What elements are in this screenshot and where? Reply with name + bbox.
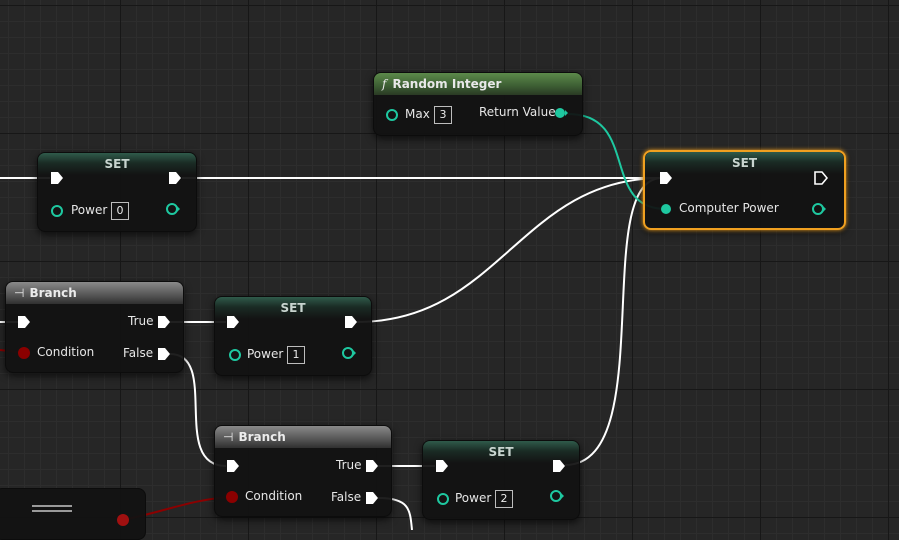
power-input-pin[interactable] <box>436 492 450 506</box>
return-value-pin[interactable] <box>554 106 568 120</box>
exec-in-pin[interactable] <box>659 171 673 185</box>
false-label: False <box>331 490 362 504</box>
power-output-pin[interactable] <box>550 489 564 503</box>
exec-in-pin[interactable] <box>226 459 240 473</box>
exec-wire-set-mid-to-set-selected <box>356 177 663 323</box>
random-integer-node[interactable]: f Random Integer <box>373 72 583 136</box>
node-title: Branch <box>238 430 286 444</box>
set-power-2-node[interactable]: SET <box>422 440 580 520</box>
output-bool-pin[interactable] <box>117 514 129 526</box>
exec-in-pin[interactable] <box>226 315 240 329</box>
node-title: SET <box>104 157 130 171</box>
true-exec-pin[interactable] <box>157 315 171 329</box>
power-value-field[interactable]: 2 <box>495 490 513 508</box>
return-value-label: Return Value <box>479 105 556 119</box>
power-input-pin[interactable] <box>50 204 64 218</box>
branch-icon: ⊣ <box>223 430 234 444</box>
exec-in-pin[interactable] <box>435 459 449 473</box>
function-icon: f <box>382 77 387 91</box>
node-title: SET <box>731 156 758 170</box>
exec-in-pin[interactable] <box>17 315 31 329</box>
power-label: Power <box>455 491 492 505</box>
random-integer-header: f Random Integer <box>374 73 582 95</box>
power-label: Power <box>247 347 284 361</box>
condition-pin[interactable] <box>18 347 30 359</box>
condition-label: Condition <box>37 345 95 359</box>
exec-out-pin[interactable] <box>344 315 358 329</box>
false-exec-pin[interactable] <box>365 491 379 505</box>
max-value-field[interactable]: 3 <box>434 106 452 124</box>
set-power-1-node[interactable]: SET <box>214 296 372 376</box>
exec-out-pin[interactable] <box>552 459 566 473</box>
power-output-pin[interactable] <box>342 346 356 360</box>
false-label: False <box>123 346 154 360</box>
exec-out-pin[interactable] <box>814 171 828 185</box>
node-title: Branch <box>29 286 77 300</box>
set-power-0-node[interactable]: SET <box>37 152 197 232</box>
set-computer-power-node[interactable]: SET <box>643 150 846 230</box>
power-value-field[interactable]: 0 <box>111 202 129 220</box>
max-input-pin[interactable] <box>385 108 399 122</box>
true-label: True <box>128 314 154 328</box>
menu-lines-icon <box>32 505 72 515</box>
condition-label: Condition <box>245 489 303 503</box>
power-label: Power <box>71 203 108 217</box>
max-label: Max <box>405 107 430 121</box>
computer-power-label: Computer Power <box>679 201 779 215</box>
false-exec-pin[interactable] <box>157 347 171 361</box>
exec-out-pin[interactable] <box>168 171 182 185</box>
computer-power-output-pin[interactable] <box>812 202 826 216</box>
branch-header: ⊣ Branch <box>6 282 183 304</box>
true-exec-pin[interactable] <box>365 459 379 473</box>
node-title: SET <box>280 301 306 315</box>
power-value-field[interactable]: 1 <box>287 346 305 364</box>
node-title: SET <box>488 445 514 459</box>
branch-header: ⊣ Branch <box>215 426 391 448</box>
power-input-pin[interactable] <box>228 348 242 362</box>
branch-icon: ⊣ <box>14 286 25 300</box>
exec-in-pin[interactable] <box>50 171 64 185</box>
computer-power-input-pin[interactable] <box>659 202 673 216</box>
power-output-pin[interactable] <box>166 202 180 216</box>
node-title: Random Integer <box>392 77 502 91</box>
true-label: True <box>336 458 362 472</box>
condition-pin[interactable] <box>226 491 238 503</box>
